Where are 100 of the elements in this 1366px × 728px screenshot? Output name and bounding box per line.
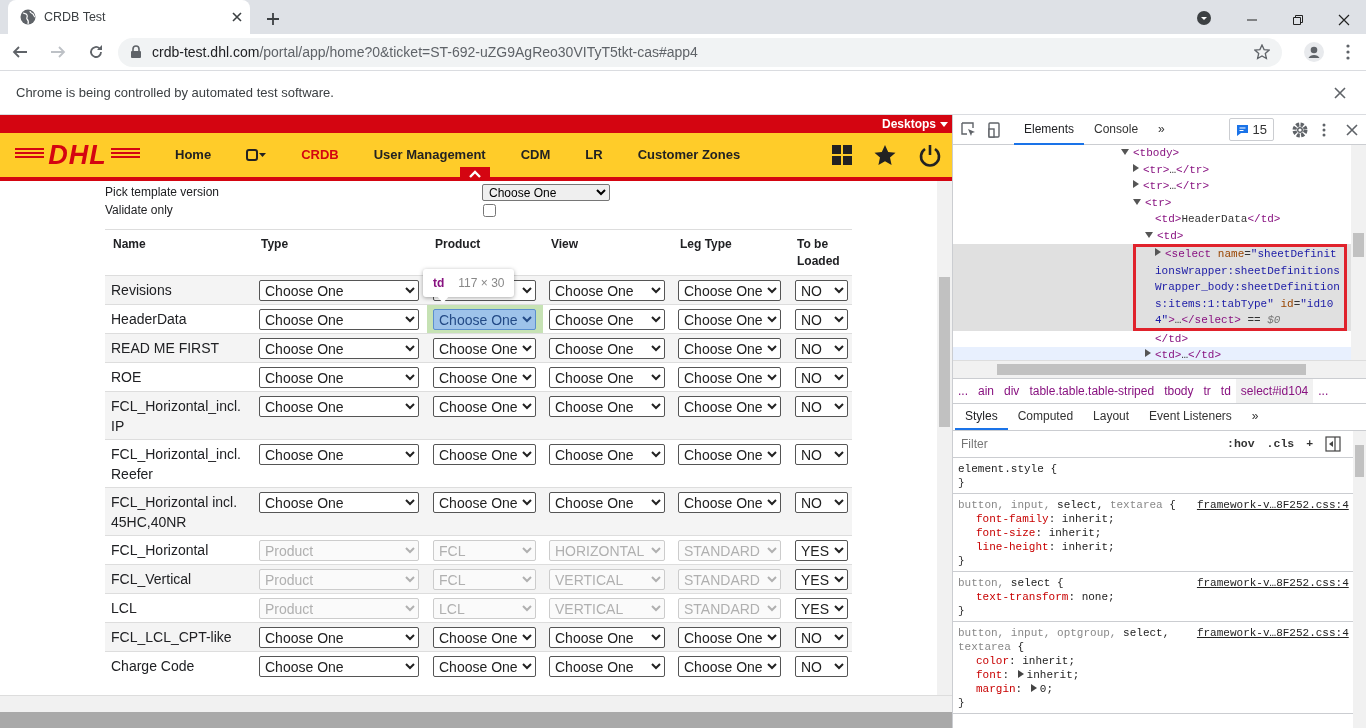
device-icon[interactable]: [988, 121, 1000, 138]
dom-node[interactable]: <td>HeaderData</td>: [1155, 213, 1281, 225]
dropdown[interactable]: YES: [795, 540, 848, 561]
dropdown[interactable]: Choose One: [678, 492, 781, 513]
styles-tab[interactable]: Event Listeners: [1139, 404, 1242, 430]
more-tabs-button[interactable]: »: [1148, 114, 1175, 145]
dom-node[interactable]: </td>: [1155, 332, 1188, 345]
breadcrumb[interactable]: div: [999, 379, 1025, 403]
close-icon[interactable]: [1346, 123, 1358, 136]
breadcrumb[interactable]: select#id104: [1235, 379, 1314, 403]
source-link[interactable]: framework-v…8F252.css:4: [1196, 498, 1349, 512]
scrollbar[interactable]: [937, 181, 952, 695]
dom-node[interactable]: <tr>…</tr>: [1133, 180, 1210, 192]
nav-link[interactable]: CDM: [520, 145, 551, 165]
dropdown[interactable]: NO: [795, 444, 848, 465]
css-declaration[interactable]: font: inherit;: [958, 668, 1349, 682]
address-bar[interactable]: crdb-test.dhl.com/portal/app/home?0&ticket=ST-692-uZG9AgReo30VITyT5tkt-cas#app4: [118, 37, 1282, 67]
css-declaration[interactable]: font-size: inherit;: [958, 526, 1349, 540]
power-icon[interactable]: [918, 143, 942, 167]
dropdown[interactable]: Choose One: [433, 309, 536, 330]
css-declaration[interactable]: line-height: inherit;: [958, 540, 1349, 554]
dropdown[interactable]: Choose One: [433, 338, 536, 359]
inspect-icon[interactable]: [961, 122, 976, 137]
close-icon[interactable]: [1338, 14, 1350, 26]
css-declaration[interactable]: color: inherit;: [958, 654, 1349, 668]
breadcrumb[interactable]: ...: [1313, 379, 1334, 403]
collapse-tab[interactable]: [460, 167, 490, 181]
dropdown[interactable]: Choose One: [259, 656, 419, 677]
grid-icon[interactable]: [832, 145, 852, 165]
styles-tab[interactable]: Layout: [1083, 404, 1140, 430]
dropdown[interactable]: Choose One: [259, 367, 419, 388]
dom-node[interactable]: <tbody>: [1121, 147, 1180, 159]
dropdown[interactable]: Choose One: [433, 627, 536, 648]
back-icon[interactable]: [12, 44, 28, 60]
dropdown[interactable]: NO: [795, 492, 848, 513]
dropdown[interactable]: Choose One: [433, 492, 536, 513]
dropdown[interactable]: Choose One: [678, 396, 781, 417]
nav-link[interactable]: CRDB: [301, 145, 339, 165]
dropdown[interactable]: Choose One: [433, 444, 536, 465]
more-tabs-button[interactable]: »: [1241, 404, 1269, 430]
dom-node[interactable]: <td>: [1145, 229, 1184, 242]
dropdown[interactable]: Choose One: [678, 444, 781, 465]
toolbar-button[interactable]: .cls: [1266, 435, 1295, 453]
source-link[interactable]: framework-v…8F252.css:4: [1196, 626, 1349, 640]
dropdown[interactable]: NO: [795, 627, 848, 648]
breadcrumb[interactable]: td: [1215, 379, 1236, 403]
scrollbar[interactable]: [1351, 145, 1366, 360]
dropdown[interactable]: Choose One: [678, 338, 781, 359]
breadcrumb[interactable]: tr: [1198, 379, 1216, 403]
dropdown[interactable]: Choose One: [549, 492, 665, 513]
close-icon[interactable]: [232, 12, 242, 22]
css-declaration[interactable]: font-family: inherit;: [958, 512, 1349, 526]
scrollbar[interactable]: [1352, 431, 1366, 728]
dom-node[interactable]: <tr>…</tr>: [1133, 163, 1210, 176]
dropdown[interactable]: Choose One: [482, 183, 610, 201]
breadcrumb[interactable]: table.table.table-striped: [1024, 379, 1160, 403]
dropdown[interactable]: NO: [795, 280, 848, 301]
tab-search-icon[interactable]: [1196, 10, 1212, 26]
dropdown[interactable]: YES: [795, 569, 848, 590]
dropdown[interactable]: Choose One: [549, 396, 665, 417]
scrollbar[interactable]: [0, 695, 952, 712]
dropdown[interactable]: Choose One: [678, 656, 781, 677]
dropdown[interactable]: Choose One: [678, 309, 781, 330]
more-icon[interactable]: [1322, 122, 1326, 137]
dropdown[interactable]: NO: [795, 338, 848, 359]
nav-link[interactable]: Customer Zones: [637, 145, 741, 165]
desktops-menu[interactable]: Desktops: [881, 115, 936, 133]
dropdown[interactable]: Choose One: [549, 444, 665, 465]
dropdown[interactable]: Choose One: [259, 396, 419, 417]
star-icon[interactable]: [874, 145, 896, 165]
dropdown[interactable]: YES: [795, 598, 848, 619]
dropdown[interactable]: Choose One: [433, 656, 536, 677]
toolbar-button[interactable]: +: [1306, 435, 1314, 453]
close-icon[interactable]: [1334, 86, 1346, 99]
dropdown[interactable]: Choose One: [678, 627, 781, 648]
issues-button[interactable]: 15: [1228, 117, 1274, 142]
breadcrumb[interactable]: tbody: [1159, 379, 1199, 403]
dropdown[interactable]: Choose One: [259, 309, 419, 330]
source-link[interactable]: framework-v…8F252.css:4: [1196, 576, 1349, 590]
dropdown[interactable]: Choose One: [259, 280, 419, 301]
scrollbar[interactable]: [953, 360, 1366, 378]
dropdown[interactable]: NO: [795, 656, 848, 677]
new-tab-button[interactable]: [266, 12, 280, 26]
breadcrumb[interactable]: ...: [953, 379, 973, 403]
dropdown[interactable]: Choose One: [549, 280, 665, 301]
settings-icon[interactable]: [1292, 121, 1308, 138]
styles-tab[interactable]: Computed: [1007, 404, 1084, 430]
browser-tab[interactable]: CRDB Test: [8, 0, 250, 34]
css-declaration[interactable]: text-transform: none;: [958, 590, 1349, 604]
nav-dropdown[interactable]: [246, 149, 267, 161]
nav-link[interactable]: Home: [175, 145, 212, 165]
reload-icon[interactable]: [88, 44, 104, 60]
nav-link[interactable]: LR: [585, 145, 603, 165]
dropdown[interactable]: Choose One: [433, 367, 536, 388]
breadcrumb[interactable]: ain: [973, 379, 1000, 403]
devtools-tab[interactable]: Console: [1084, 114, 1149, 145]
dropdown[interactable]: NO: [795, 367, 848, 388]
dropdown[interactable]: Choose One: [549, 338, 665, 359]
dropdown[interactable]: Choose One: [549, 627, 665, 648]
dropdown[interactable]: Choose One: [259, 338, 419, 359]
